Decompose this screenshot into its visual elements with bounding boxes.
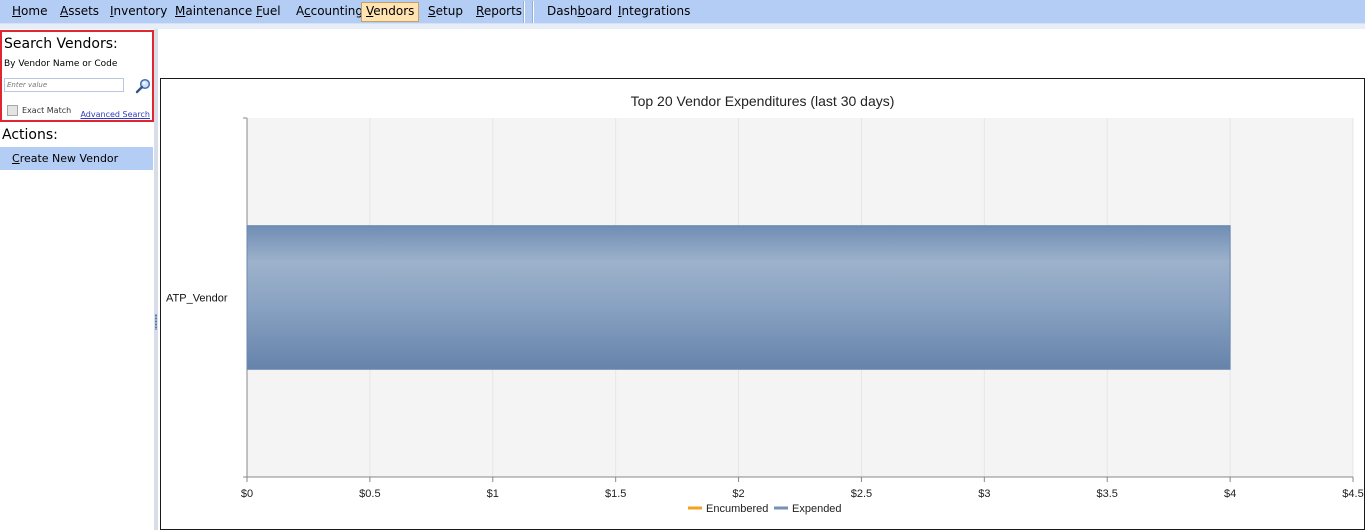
x-tick-label: $4 bbox=[1224, 488, 1236, 500]
menu-inventory[interactable]: Inventory bbox=[106, 2, 171, 22]
x-tick-label: $0.5 bbox=[359, 488, 380, 500]
panel-splitter[interactable] bbox=[154, 29, 158, 530]
main-menu-bar: Home Assets Inventory Maintenance Fuel A… bbox=[0, 0, 1365, 24]
exact-match-checkbox[interactable] bbox=[7, 105, 18, 116]
search-button[interactable] bbox=[135, 78, 151, 94]
menu-separator-highlight bbox=[533, 1, 534, 23]
menu-home[interactable]: Home bbox=[8, 2, 51, 22]
bar-expended bbox=[246, 225, 1231, 370]
vendor-expenditures-chart: Top 20 Vendor Expenditures (last 30 days… bbox=[160, 78, 1365, 530]
menu-bottom-strip bbox=[0, 24, 1365, 29]
menu-accounting[interactable]: Accounting bbox=[292, 2, 367, 22]
vendor-search-input[interactable] bbox=[4, 78, 124, 92]
legend-label-encumbered: Encumbered bbox=[706, 503, 768, 515]
actions-title: Actions: bbox=[2, 127, 58, 143]
exact-match-label: Exact Match bbox=[22, 106, 72, 115]
x-tick-label: $2.5 bbox=[851, 488, 872, 500]
x-tick-label: $1.5 bbox=[605, 488, 626, 500]
menu-maintenance[interactable]: Maintenance bbox=[171, 2, 256, 22]
menu-fuel[interactable]: Fuel bbox=[252, 2, 285, 22]
menu-separator-highlight bbox=[524, 1, 525, 23]
vendor-search-box: Search Vendors: By Vendor Name or Code E… bbox=[0, 30, 154, 122]
left-panel: Search Vendors: By Vendor Name or Code E… bbox=[0, 29, 154, 530]
x-tick-label: $3 bbox=[978, 488, 990, 500]
advanced-search-link[interactable]: Advanced Search bbox=[80, 110, 150, 119]
menu-dashboard[interactable]: Dashboard bbox=[543, 2, 616, 22]
search-subtitle: By Vendor Name or Code bbox=[4, 59, 118, 69]
legend-label-expended: Expended bbox=[792, 503, 842, 515]
create-new-vendor-button[interactable]: Create New Vendor bbox=[0, 147, 153, 170]
menu-assets[interactable]: Assets bbox=[56, 2, 103, 22]
x-tick-label: $4.5 bbox=[1342, 488, 1363, 500]
menu-integrations[interactable]: Integrations bbox=[614, 2, 694, 22]
splitter-grip[interactable] bbox=[155, 314, 157, 330]
category-label: ATP_Vendor bbox=[166, 293, 228, 305]
chart-plot: $0 $0.5 $1 $1.5 $2 $2.5 $3 $3.5 $4 $4.5 ATP_Vendor… bbox=[166, 117, 1364, 515]
search-icon bbox=[135, 78, 151, 94]
search-title: Search Vendors: bbox=[4, 36, 118, 52]
menu-reports[interactable]: Reports bbox=[472, 2, 526, 22]
x-tick-label: $1 bbox=[487, 488, 499, 500]
x-tick-label: $0 bbox=[241, 488, 253, 500]
menu-vendors[interactable]: Vendors bbox=[361, 2, 420, 22]
x-tick-label: $3.5 bbox=[1097, 488, 1118, 500]
x-tick-label: $2 bbox=[732, 488, 744, 500]
menu-setup[interactable]: Setup bbox=[424, 2, 467, 22]
